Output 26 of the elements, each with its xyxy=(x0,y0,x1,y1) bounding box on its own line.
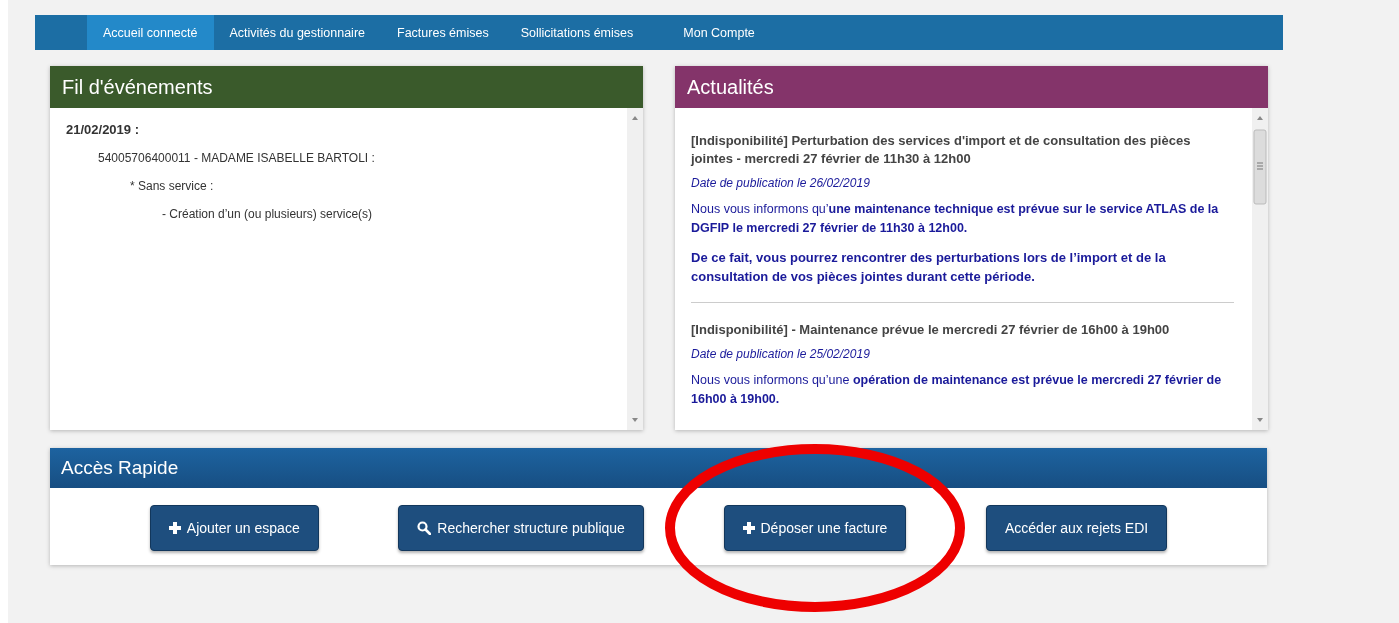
news-title: [Indisponibilité] - Maintenance prévue le mercredi 27 février de 16h00 à 19h00 xyxy=(691,321,1171,339)
panel-title: Fil d'événements xyxy=(50,66,643,108)
event-line: 21/02/2019 : xyxy=(66,122,140,137)
event-line: * Sans service : xyxy=(130,179,215,193)
quick-access-button[interactable]: Rechercher structure publique xyxy=(398,505,644,551)
publication-date: Date de publication le 26/02/2019 xyxy=(691,176,871,190)
plus-icon xyxy=(742,522,755,534)
news-paragraph: De ce fait, vous pourrez rencontrer des perturbations lors de l’import et de la consultation de vos pièces jointes durant cette période. xyxy=(691,249,1167,286)
plus-icon xyxy=(168,522,181,534)
nav-tab[interactable]: Sollicitations émises xyxy=(504,15,650,50)
nav-tab[interactable]: Activités du gestionnaire xyxy=(213,15,381,50)
search-icon xyxy=(417,521,432,535)
quick-access-button[interactable]: Déposer une facture xyxy=(723,505,907,551)
news-paragraph: Nous vous informons qu’une opération de maintenance est prévue le mercredi 27 février de 16h00 à 19h00. xyxy=(691,372,1223,408)
event-line: 54005706400011 - MADAME ISABELLE BARTOLI : xyxy=(98,151,376,165)
nav-tab[interactable]: Accueil connecté xyxy=(87,15,214,50)
event-line: - Création d’un (ou plusieurs) service(s) xyxy=(162,207,374,221)
nav-tab[interactable]: Mon Compte xyxy=(667,15,771,50)
nav-tab[interactable]: Factures émises xyxy=(381,15,505,50)
panel-title: Accès Rapide xyxy=(50,448,1267,488)
news-paragraph: Nous vous informons qu’une maintenance technique est prévue sur le service ATLAS de la DGFIP le mercredi 27 février de 11h30 à 12h00. xyxy=(691,201,1220,237)
quick-access-button[interactable]: Accéder aux rejets EDI xyxy=(986,505,1168,551)
publication-date: Date de publication le 25/02/2019 xyxy=(691,347,871,361)
quick-access-button[interactable]: Ajouter un espace xyxy=(149,505,319,551)
news-title: [Indisponibilité] Perturbation des services d'import et de consultation des pièces jointes - mercredi 27 février de 11h30 à 12h00 xyxy=(691,132,1192,168)
panel-title: Actualités xyxy=(675,66,1268,108)
